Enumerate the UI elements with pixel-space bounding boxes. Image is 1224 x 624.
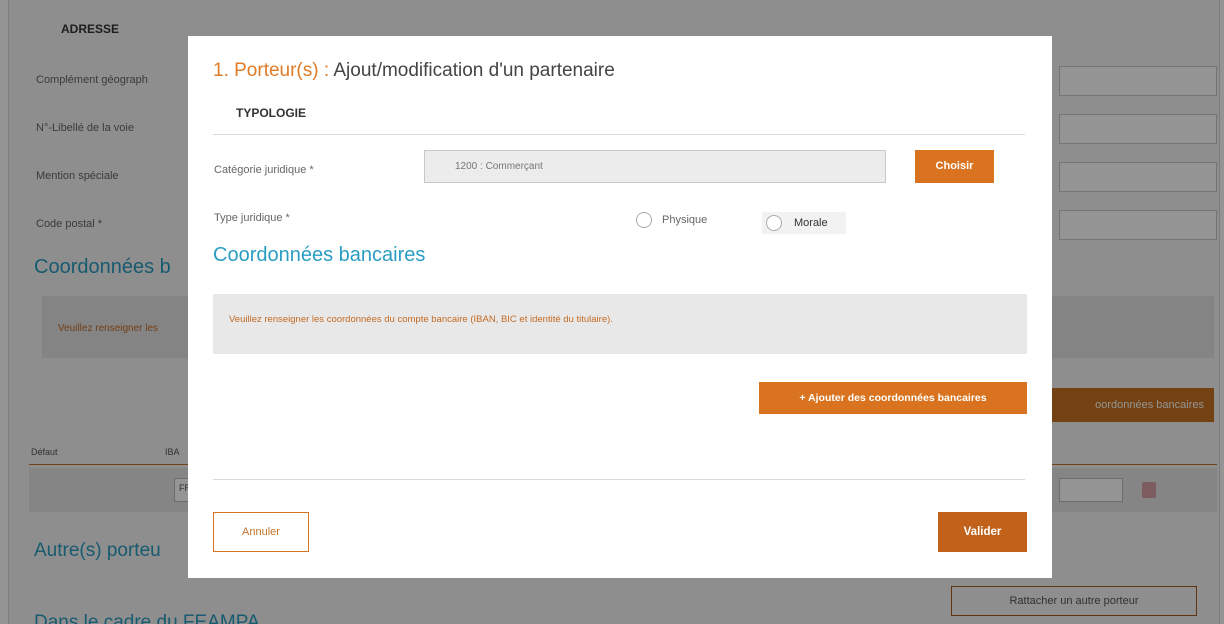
modal-title-step: 1. Porteur(s) : xyxy=(213,60,330,81)
legal-category-field[interactable]: 1200 : Commerçant xyxy=(424,150,886,183)
add-bank-details-button[interactable]: + Ajouter des coordonnées bancaires xyxy=(759,382,1027,414)
validate-button[interactable]: Valider xyxy=(938,512,1027,552)
typology-heading: TYPOLOGIE xyxy=(236,106,307,120)
choose-button[interactable]: Choisir xyxy=(915,150,994,183)
modal-title-text: Ajout/modification d'un partenaire xyxy=(329,60,615,81)
modal-title: 1. Porteur(s) : Ajout/modification d'un … xyxy=(213,60,615,82)
radio-moral-option[interactable]: Morale xyxy=(762,212,846,234)
page: ADRESSE Complément géograph N°-Libellé d… xyxy=(0,0,1224,624)
bank-section-title: Coordonnées bancaires xyxy=(213,244,426,266)
bank-info-box: Veuillez renseigner les coordonnées du c… xyxy=(213,294,1027,354)
radio-moral-label[interactable]: Morale xyxy=(794,217,828,229)
footer-divider xyxy=(213,479,1025,480)
partner-modal: 1. Porteur(s) : Ajout/modification d'un … xyxy=(188,36,1052,578)
bank-info-text: Veuillez renseigner les coordonnées du c… xyxy=(229,314,613,325)
legal-type-label: Type juridique * xyxy=(214,212,290,224)
cancel-button[interactable]: Annuler xyxy=(213,512,309,552)
radio-physical-option[interactable]: Physique xyxy=(636,212,707,228)
radio-physical[interactable] xyxy=(636,212,652,228)
radio-physical-label[interactable]: Physique xyxy=(662,214,707,226)
legal-category-label: Catégorie juridique * xyxy=(214,164,314,176)
radio-moral[interactable] xyxy=(766,215,782,231)
typology-divider xyxy=(213,134,1025,135)
